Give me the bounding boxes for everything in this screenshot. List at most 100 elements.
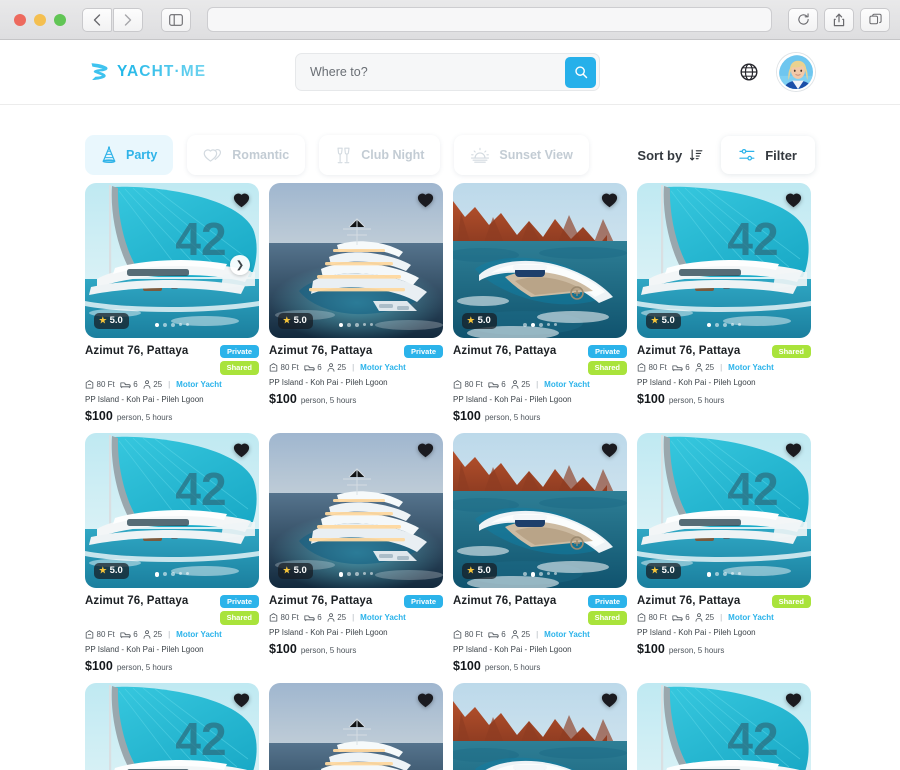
user-avatar[interactable] xyxy=(777,53,815,91)
carousel-dot[interactable] xyxy=(547,322,551,326)
listing-image[interactable]: ★ 5.0 xyxy=(269,682,443,770)
carousel-dot[interactable] xyxy=(179,322,183,326)
carousel-dot[interactable] xyxy=(731,322,735,326)
maximize-window-button[interactable] xyxy=(54,13,66,26)
listing-card[interactable]: 42 ★ 5.0 xyxy=(637,183,811,423)
carousel-dot[interactable] xyxy=(186,322,190,326)
close-window-button[interactable] xyxy=(14,13,26,26)
favorite-heart-icon[interactable] xyxy=(417,692,434,708)
carousel-dot[interactable] xyxy=(522,572,527,577)
favorite-heart-icon[interactable] xyxy=(785,692,802,708)
listing-image[interactable]: 42 ❯ ★ 5.0 xyxy=(85,183,259,338)
carousel-dot[interactable] xyxy=(163,322,168,327)
favorite-heart-icon[interactable] xyxy=(233,442,250,458)
search-input[interactable] xyxy=(310,65,565,79)
favorite-heart-icon[interactable] xyxy=(233,692,250,708)
minimize-window-button[interactable] xyxy=(34,13,46,26)
listing-image[interactable]: 42 ★ 5.0 xyxy=(637,432,811,588)
carousel-dot[interactable] xyxy=(547,572,551,576)
listing-image[interactable]: ★ 5.0 xyxy=(269,183,443,338)
listing-image[interactable]: ★ 5.0 xyxy=(453,682,627,770)
category-tab-sunset-view[interactable]: Sunset View xyxy=(454,135,589,175)
carousel-dot[interactable] xyxy=(539,572,544,577)
carousel-dot[interactable] xyxy=(338,572,344,577)
listing-card[interactable]: ★ 5.0 Azimut 76, Pattaya 80 Ft xyxy=(453,682,627,770)
sidebar-toggle-button[interactable] xyxy=(161,7,191,32)
listing-card[interactable]: ★ 5.0 Azimut 76, Pattaya Private 80 Ft 6… xyxy=(269,432,443,673)
carousel-dot[interactable] xyxy=(530,572,536,577)
carousel-dot[interactable] xyxy=(171,322,176,327)
listing-card[interactable]: ★ 5.0 Azimut 76, Pattaya Private 80 Ft 6… xyxy=(269,183,443,423)
carousel-dot[interactable] xyxy=(347,572,352,577)
listing-image[interactable]: 42 ★ 5.0 xyxy=(85,682,259,770)
carousel-dot[interactable] xyxy=(723,572,728,577)
carousel-next-button[interactable]: ❯ xyxy=(230,255,250,275)
listing-card[interactable]: 42 ❯ ★ 5.0 Azimut 76, Pattaya Private Sh… xyxy=(85,183,259,423)
share-button[interactable] xyxy=(824,7,854,32)
favorite-heart-icon[interactable] xyxy=(785,192,802,208)
search-button[interactable] xyxy=(565,56,596,88)
window-controls[interactable] xyxy=(10,13,66,26)
favorite-heart-icon[interactable] xyxy=(417,192,434,208)
tabs-button[interactable] xyxy=(860,7,890,32)
carousel-dot[interactable] xyxy=(163,572,168,577)
listing-card[interactable]: 42 ★ 5.0 xyxy=(85,682,259,770)
carousel-dot[interactable] xyxy=(539,322,544,327)
favorite-heart-icon[interactable] xyxy=(601,192,618,208)
carousel-dot[interactable] xyxy=(355,572,360,577)
listing-card[interactable]: ★ 5.0 Azimut 76, Pattaya Private Shared 8… xyxy=(453,432,627,673)
listing-image[interactable]: ★ 5.0 xyxy=(453,183,627,338)
search-bar[interactable] xyxy=(295,53,600,91)
brand-logo[interactable]: YACHT·ME xyxy=(88,60,206,84)
address-bar[interactable] xyxy=(207,7,772,32)
listing-image[interactable]: 42 ★ 5.0 xyxy=(85,432,259,588)
carousel-dot[interactable] xyxy=(715,572,720,577)
favorite-heart-icon[interactable] xyxy=(601,692,618,708)
listing-card[interactable]: 42 ★ 5.0 xyxy=(637,682,811,770)
carousel-dot[interactable] xyxy=(706,322,712,327)
carousel-dot[interactable] xyxy=(171,572,176,577)
listing-card[interactable]: ★ 5.0 Azimut 76, Pattaya Private Shared 8… xyxy=(453,183,627,423)
forward-button[interactable] xyxy=(113,7,143,32)
listing-image[interactable]: 42 ★ 5.0 xyxy=(637,682,811,770)
listing-image[interactable]: 42 ★ 5.0 xyxy=(637,183,811,338)
carousel-dot[interactable] xyxy=(522,322,527,327)
carousel-dot[interactable] xyxy=(355,322,360,327)
language-globe-button[interactable] xyxy=(739,62,759,82)
listing-image[interactable]: ★ 5.0 xyxy=(269,432,443,588)
category-tab-party[interactable]: Party xyxy=(85,135,174,175)
carousel-dot[interactable] xyxy=(706,572,712,577)
carousel-dot[interactable] xyxy=(530,322,536,327)
carousel-dot[interactable] xyxy=(554,572,558,576)
carousel-dot[interactable] xyxy=(186,572,190,576)
carousel-dot[interactable] xyxy=(363,572,367,576)
favorite-heart-icon[interactable] xyxy=(417,442,434,458)
carousel-dot[interactable] xyxy=(738,322,742,326)
reload-button[interactable] xyxy=(788,7,818,32)
favorite-heart-icon[interactable] xyxy=(601,442,618,458)
carousel-dot[interactable] xyxy=(715,322,720,327)
favorite-heart-icon[interactable] xyxy=(785,442,802,458)
back-button[interactable] xyxy=(82,7,112,32)
carousel-dot[interactable] xyxy=(347,322,352,327)
carousel-dot[interactable] xyxy=(731,572,735,576)
favorite-heart-icon[interactable] xyxy=(233,192,250,208)
listing-card[interactable]: 42 ★ 5.0 xyxy=(637,432,811,673)
carousel-dot[interactable] xyxy=(554,322,558,326)
carousel-dot[interactable] xyxy=(338,322,344,327)
listing-card[interactable]: 42 ★ 5.0 xyxy=(85,432,259,673)
category-tab-romantic[interactable]: Romantic xyxy=(187,135,306,175)
sort-by-button[interactable]: Sort by xyxy=(637,148,703,163)
carousel-dot[interactable] xyxy=(370,322,374,326)
carousel-dot[interactable] xyxy=(154,572,160,577)
listing-image[interactable]: ★ 5.0 xyxy=(453,432,627,588)
listing-card[interactable]: ★ 5.0 Azimut 76, Pattaya 80 Ft xyxy=(269,682,443,770)
carousel-dot[interactable] xyxy=(723,322,728,327)
category-tab-club-night[interactable]: Club Night xyxy=(319,135,441,175)
carousel-dot[interactable] xyxy=(154,322,160,327)
carousel-dot[interactable] xyxy=(363,322,367,326)
carousel-dot[interactable] xyxy=(738,572,742,576)
carousel-dot[interactable] xyxy=(179,572,183,576)
filter-button[interactable]: Filter xyxy=(721,136,815,174)
carousel-dot[interactable] xyxy=(370,572,374,576)
